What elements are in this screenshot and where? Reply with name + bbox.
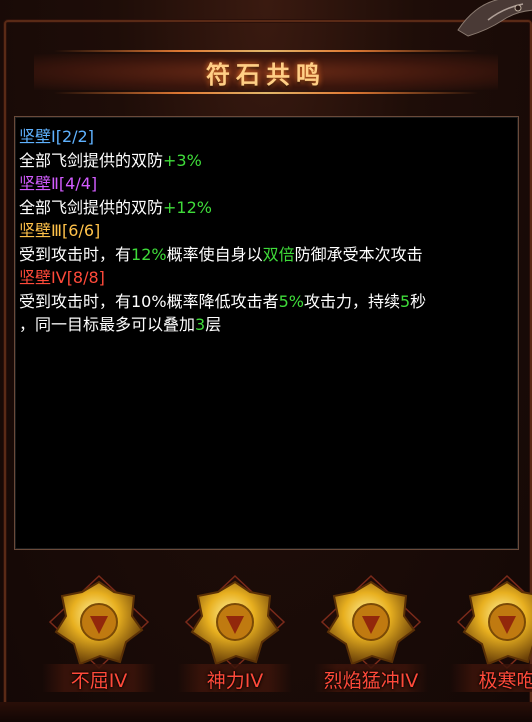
effects-list: 坚壁Ⅰ[2/2] 全部飞剑提供的双防+3% 坚壁Ⅱ[4/4] 全部飞剑提供的双防+12… (19, 125, 514, 337)
effect-description: 全部飞剑提供的双防+3% (19, 149, 514, 173)
effect-progress: [6/6] (62, 221, 101, 240)
effect-text-segment: 层 (205, 315, 222, 334)
effect-text-segment: 攻击力，持续 (303, 291, 400, 311)
panel-title: 符石共鸣 (206, 59, 326, 89)
effect-text-segment: 秒 (410, 291, 427, 311)
effect-name: 坚壁 (19, 221, 52, 240)
effect-description: 受到攻击时，有10%概率降低攻击者5%攻击力，持续5秒 (19, 290, 514, 314)
dragon-ornament-icon (457, 0, 532, 37)
rune-slot[interactable]: 不屈IV (36, 560, 162, 700)
effect-tier: IV (51, 268, 67, 287)
effect-text-segment: 5 (399, 291, 411, 311)
effect-text-segment: 全部飞剑提供的双防 (19, 150, 164, 170)
panel-title-bar: 符石共鸣 (14, 36, 518, 108)
effect-name: 坚壁 (19, 127, 52, 146)
effect-text-segment: 3 (195, 315, 206, 334)
effect-name: 坚壁 (19, 174, 52, 193)
effect-progress: [8/8] (66, 268, 105, 287)
effect-tier: Ⅲ (51, 221, 63, 240)
rune-slot[interactable]: 神力IV (172, 560, 298, 700)
bottom-strip (0, 702, 532, 722)
rune-slot[interactable]: 烈焰猛冲IV (308, 560, 434, 700)
effects-description-box: 坚壁Ⅰ[2/2] 全部飞剑提供的双防+3% 坚壁Ⅱ[4/4] 全部飞剑提供的双防+12… (14, 116, 519, 550)
rune-slots-row: 不屈IV 神力IV 烈焰猛冲IV 极寒咆 (0, 560, 532, 722)
rune-blazing-charge-icon (320, 574, 422, 670)
effect-header: 坚壁IV[8/8] (19, 266, 514, 290)
effect-description: 受到攻击时，有12%概率使自身以双倍防御承受本次攻击 (19, 243, 514, 267)
effect-text-segment: 全部飞剑提供的双防 (19, 197, 164, 217)
effect-progress: [4/4] (58, 174, 98, 193)
effect-text-segment: +12% (163, 197, 212, 217)
effect-text-segment: 受到攻击时，有 (19, 244, 132, 264)
effect-description-continued: ，同一目标最多可以叠加3层 (19, 313, 514, 337)
rune-divine-power-icon (184, 574, 286, 670)
effect-description: 全部飞剑提供的双防+12% (19, 196, 514, 220)
effect-text-segment: 概率使自身以 (166, 244, 263, 264)
effect-text-segment: 5% (278, 291, 304, 311)
rune-frost-roar-icon (456, 574, 532, 670)
effect-text-segment: 防御承受本次攻击 (294, 244, 423, 264)
effect-header: 坚壁Ⅲ[6/6] (19, 219, 514, 243)
effect-name: 坚壁 (19, 268, 52, 287)
rune-unyielding-icon (48, 574, 150, 670)
rune-label: 不屈IV (70, 670, 128, 692)
effect-text-segment: 受到攻击时，有10%概率降低攻击者 (19, 291, 279, 311)
rune-slot[interactable]: 极寒咆 (444, 560, 532, 700)
effect-tier: Ⅱ (51, 174, 59, 193)
effect-text-segment: +3% (163, 150, 202, 170)
effect-header: 坚壁Ⅱ[4/4] (19, 172, 514, 196)
effect-header: 坚壁Ⅰ[2/2] (19, 125, 514, 149)
effect-text-segment: 12% (131, 244, 167, 264)
rune-label: 极寒咆 (478, 670, 532, 692)
effect-progress: [2/2] (55, 127, 94, 146)
rune-label: 烈焰猛冲IV (323, 670, 419, 692)
effect-text-segment: ，同一目标最多可以叠加 (19, 315, 196, 334)
effect-text-segment: 双倍 (262, 244, 295, 264)
rune-label: 神力IV (206, 670, 264, 692)
resonance-panel: 符石共鸣 坚壁Ⅰ[2/2] 全部飞剑提供的双防+3% 坚壁Ⅱ[4/4] 全部飞剑提供的… (0, 0, 532, 722)
